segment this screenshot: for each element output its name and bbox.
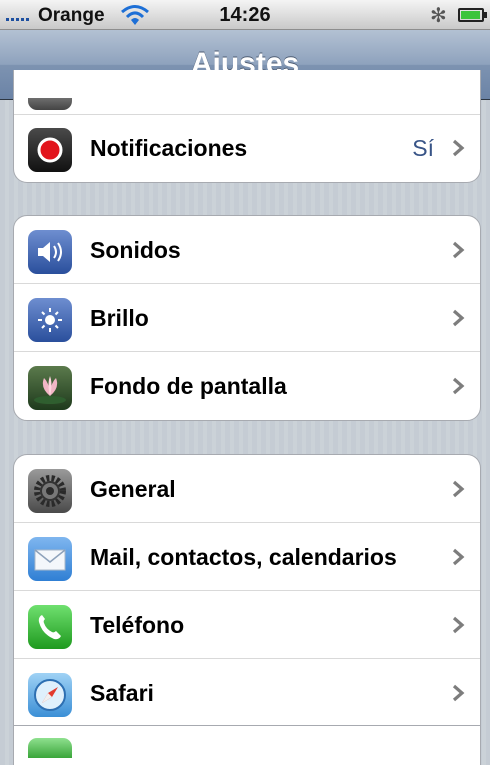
partial-row-icon bbox=[28, 98, 72, 110]
settings-row-wallpaper[interactable]: Fondo de pantalla bbox=[14, 352, 480, 420]
brightness-icon bbox=[28, 298, 72, 342]
battery-icon bbox=[458, 8, 487, 22]
settings-group-apps: General Mail, contactos, calendarios Tel… bbox=[13, 454, 481, 727]
settings-row-mail[interactable]: Mail, contactos, calendarios bbox=[14, 523, 480, 591]
settings-row-general[interactable]: General bbox=[14, 455, 480, 523]
settings-row-brightness[interactable]: Brillo bbox=[14, 284, 480, 352]
status-bar: Orange 14:26 ✻ bbox=[0, 0, 490, 30]
sounds-icon bbox=[28, 230, 72, 274]
safari-icon bbox=[28, 673, 72, 717]
phone-icon bbox=[28, 605, 72, 649]
settings-row-phone[interactable]: Teléfono bbox=[14, 591, 480, 659]
notifications-icon bbox=[28, 128, 72, 172]
settings-row-safari[interactable]: Safari bbox=[14, 659, 480, 727]
row-label: Fondo de pantalla bbox=[90, 373, 287, 399]
general-icon bbox=[28, 469, 72, 513]
row-value: Sí bbox=[412, 135, 434, 161]
chevron-right-icon bbox=[452, 616, 465, 634]
bluetooth-icon: ✻ bbox=[430, 5, 447, 27]
row-label: Notificaciones bbox=[90, 135, 248, 161]
partial-row-icon bbox=[28, 738, 72, 758]
chevron-right-icon bbox=[452, 139, 465, 157]
settings-group-display: Sonidos Brillo Fondo de pantalla bbox=[13, 215, 481, 421]
chevron-right-icon bbox=[452, 684, 465, 702]
chevron-right-icon bbox=[452, 309, 465, 327]
row-label: Sonidos bbox=[90, 237, 181, 263]
clock: 14:26 bbox=[219, 4, 271, 26]
chevron-right-icon bbox=[452, 241, 465, 259]
mail-icon bbox=[28, 537, 72, 581]
settings-row-sounds[interactable]: Sonidos bbox=[14, 216, 480, 284]
battery-level bbox=[461, 11, 480, 19]
row-label: Safari bbox=[90, 680, 154, 706]
wallpaper-icon bbox=[28, 366, 72, 410]
chevron-right-icon bbox=[452, 377, 465, 395]
row-label: Mail, contactos, calendarios bbox=[90, 544, 397, 570]
chevron-right-icon bbox=[452, 480, 465, 498]
chevron-right-icon bbox=[452, 548, 465, 566]
list-item-partial[interactable] bbox=[13, 725, 481, 765]
row-label: General bbox=[90, 476, 176, 502]
row-label: Teléfono bbox=[90, 612, 185, 638]
settings-group-top: Notificaciones Sí bbox=[13, 70, 481, 183]
settings-row-notifications[interactable]: Notificaciones Sí bbox=[14, 114, 480, 182]
list-item-partial[interactable] bbox=[14, 70, 480, 115]
row-label: Brillo bbox=[90, 305, 149, 331]
